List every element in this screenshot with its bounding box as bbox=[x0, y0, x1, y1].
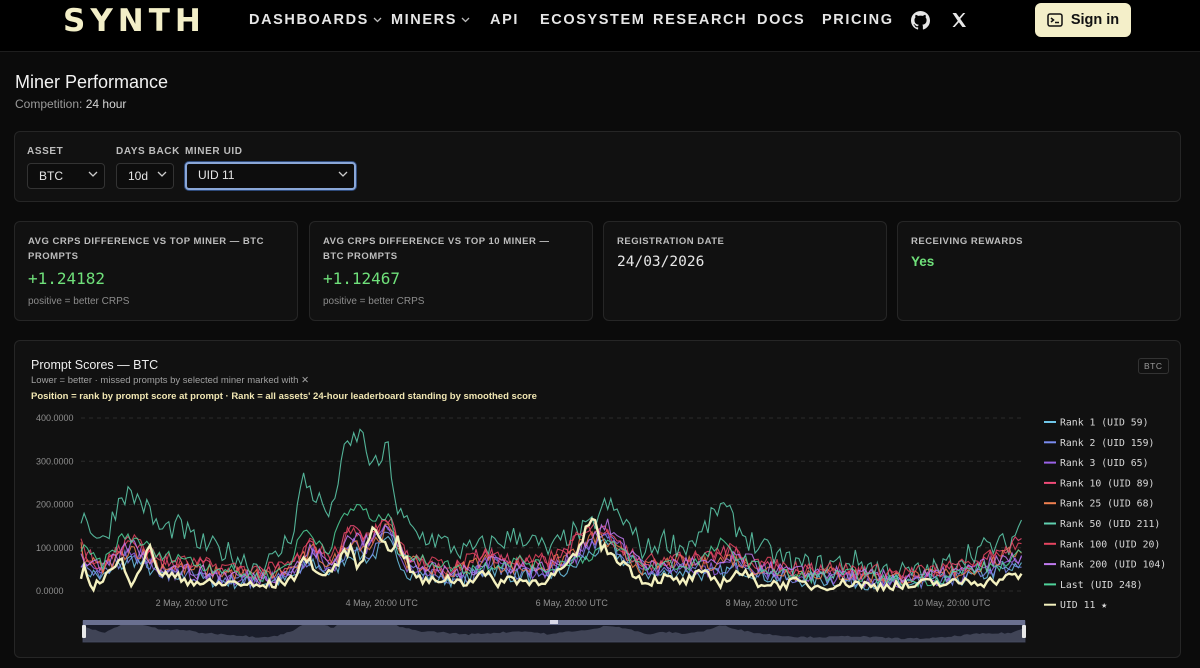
nav-dashboards[interactable]: DASHBOARDS bbox=[249, 12, 382, 28]
nav-research[interactable]: RESEARCH bbox=[653, 12, 747, 28]
legend-label: Rank 1 (UID 59) bbox=[1060, 418, 1148, 429]
x-icon[interactable] bbox=[951, 12, 967, 28]
card-value: +1.24182 bbox=[28, 269, 106, 288]
synth-logo[interactable]: SYNTH bbox=[63, 3, 206, 39]
nav-ecosystem[interactable]: ECOSYSTEM bbox=[540, 12, 645, 28]
y-tick-label: 0.0000 bbox=[36, 586, 64, 596]
legend-label: Rank 200 (UID 104) bbox=[1060, 560, 1166, 571]
chevron-down-icon bbox=[88, 171, 98, 177]
zoom-handle-right bbox=[1022, 625, 1026, 638]
days-back-label: DAYS BACK bbox=[116, 146, 180, 157]
asset-label: ASSET bbox=[27, 146, 64, 157]
chevron-down-icon bbox=[338, 171, 348, 177]
card-note: positive = better CRPS bbox=[323, 296, 425, 307]
prompt-scores-chart-panel: Prompt Scores — BTC Lower = better · mis… bbox=[14, 340, 1181, 658]
card-value: 24/03/2026 bbox=[617, 254, 705, 270]
card-label: AVG CRPS DIFFERENCE VS TOP 10 MINER — BT… bbox=[323, 236, 550, 262]
card-label: REGISTRATION DATE bbox=[617, 236, 725, 247]
stat-card-vs-top10-miner: AVG CRPS DIFFERENCE VS TOP 10 MINER — BT… bbox=[309, 221, 593, 321]
x-tick-label: 2 May, 20:00 UTC bbox=[156, 598, 229, 608]
legend-label: UID 11 ★ bbox=[1060, 600, 1107, 611]
card-label: AVG CRPS DIFFERENCE VS TOP MINER — BTC P… bbox=[28, 236, 264, 262]
miner-uid-select[interactable]: UID 11 bbox=[185, 162, 356, 190]
zoom-slider-grip bbox=[550, 620, 558, 624]
y-tick-label: 400.0000 bbox=[36, 413, 74, 423]
days-back-select[interactable]: 10d bbox=[116, 163, 174, 189]
asset-value: BTC bbox=[39, 169, 63, 183]
chevron-down-icon bbox=[373, 17, 382, 23]
sign-in-button[interactable]: Sign in bbox=[1035, 3, 1131, 37]
nav-api[interactable]: API bbox=[490, 12, 519, 28]
legend-label: Rank 3 (UID 65) bbox=[1060, 458, 1148, 469]
y-tick-label: 200.0000 bbox=[36, 500, 74, 510]
competition-label: Competition: bbox=[15, 97, 83, 111]
github-icon[interactable] bbox=[911, 11, 930, 30]
legend-label: Rank 10 (UID 89) bbox=[1060, 478, 1154, 489]
card-note: positive = better CRPS bbox=[28, 296, 130, 307]
stat-card-vs-top-miner: AVG CRPS DIFFERENCE VS TOP MINER — BTC P… bbox=[14, 221, 298, 321]
competition-subtitle: Competition: 24 hour bbox=[15, 97, 126, 111]
nav-miners[interactable]: MINERS bbox=[391, 12, 470, 28]
top-nav: SYNTH DASHBOARDS MINERS API ECOSYSTEM RE… bbox=[0, 0, 1200, 52]
filters-panel: ASSET BTC DAYS BACK 10d MINER UID UID 11 bbox=[14, 131, 1181, 202]
card-label: RECEIVING REWARDS bbox=[911, 236, 1023, 247]
card-value: Yes bbox=[911, 254, 935, 269]
prompt-scores-chart[interactable]: 400.0000 300.0000 200.0000 100.0000 0.0000 2 … bbox=[15, 341, 1182, 659]
competition-value: 24 hour bbox=[85, 97, 127, 111]
asset-select[interactable]: BTC bbox=[27, 163, 105, 189]
chevron-down-icon bbox=[157, 171, 167, 177]
sign-in-label: Sign in bbox=[1070, 12, 1120, 28]
nav-pricing[interactable]: PRICING bbox=[822, 12, 894, 28]
page-title: Miner Performance bbox=[15, 72, 169, 92]
card-value: +1.12467 bbox=[323, 269, 401, 288]
legend-label: Rank 100 (UID 20) bbox=[1060, 539, 1160, 550]
nav-docs[interactable]: DOCS bbox=[757, 12, 805, 28]
stat-card-registration-date: REGISTRATION DATE 24/03/2026 bbox=[603, 221, 887, 321]
legend-label: Rank 2 (UID 159) bbox=[1060, 438, 1154, 449]
legend-label: Rank 50 (UID 211) bbox=[1060, 519, 1160, 530]
stat-card-receiving-rewards: RECEIVING REWARDS Yes bbox=[897, 221, 1181, 321]
x-tick-label: 10 May, 20:00 UTC bbox=[913, 598, 991, 608]
y-tick-label: 100.0000 bbox=[36, 543, 74, 553]
x-tick-label: 6 May, 20:00 UTC bbox=[536, 598, 609, 608]
chevron-down-icon bbox=[461, 17, 470, 23]
legend-label: Last (UID 248) bbox=[1060, 580, 1143, 591]
y-tick-label: 300.0000 bbox=[36, 456, 74, 466]
days-back-value: 10d bbox=[128, 169, 149, 183]
miner-uid-value: UID 11 bbox=[198, 168, 235, 182]
zoom-handle-left bbox=[82, 625, 86, 638]
legend-label: Rank 25 (UID 68) bbox=[1060, 499, 1154, 510]
x-tick-label: 8 May, 20:00 UTC bbox=[726, 598, 799, 608]
x-tick-label: 4 May, 20:00 UTC bbox=[346, 598, 419, 608]
terminal-icon bbox=[1047, 13, 1063, 27]
miner-uid-label: MINER UID bbox=[185, 146, 243, 157]
